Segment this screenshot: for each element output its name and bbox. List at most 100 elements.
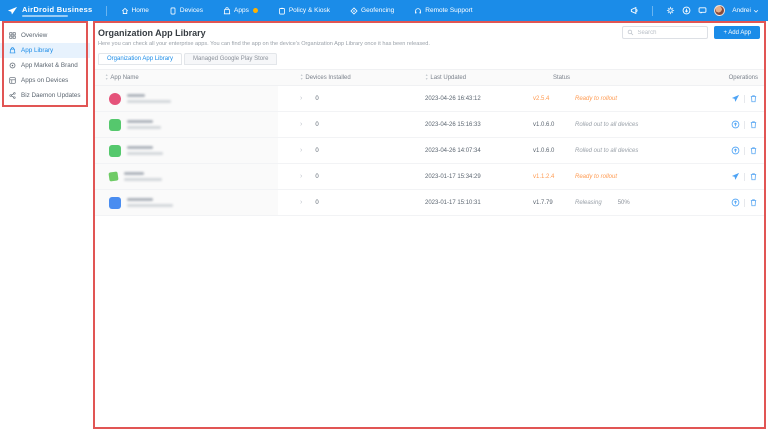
sidebar-item-apps-on-devices[interactable]: Apps on Devices [0, 73, 90, 88]
page-actions: + Add App [622, 26, 760, 39]
divider [744, 121, 745, 129]
nav-label: Policy & Kiosk [289, 7, 330, 14]
delete-trash-icon[interactable] [749, 146, 758, 155]
column-header-operations: Operations [700, 75, 764, 81]
row-expander-icon[interactable]: › [300, 121, 302, 128]
settings-gear-icon[interactable] [666, 6, 675, 15]
table-row[interactable]: › 0 2023-04-26 14:07:34 v1.0.6.0 Rolled … [95, 138, 764, 164]
row-expander-icon[interactable]: › [300, 199, 302, 206]
app-table: ▲▼ App Name ▲▼ Devices Installed ▲▼ Last… [95, 69, 764, 216]
column-label: Status [553, 75, 570, 81]
table-row[interactable]: › 0 2023-01-17 15:10:31 v1.7.79 Releasin… [95, 190, 764, 216]
divider [106, 6, 107, 16]
column-header-app-name[interactable]: ▲▼ App Name [95, 74, 278, 80]
app-name-redacted [124, 172, 162, 182]
brand-logo[interactable]: AirDroid Business [0, 5, 100, 17]
status-cell: v1.7.79 Releasing 50% [524, 190, 700, 215]
app-name-cell [95, 86, 278, 111]
row-expander-icon[interactable]: › [300, 95, 302, 102]
delete-trash-icon[interactable] [749, 120, 758, 129]
app-name-redacted [127, 120, 161, 130]
column-header-last-updated[interactable]: ▲▼ Last Updated [412, 74, 524, 80]
headset-icon [414, 7, 422, 15]
version-label: v1.1.2.4 [533, 174, 575, 180]
main-content: Organization App Library Here you can ch… [90, 21, 768, 432]
library-tabs: Organization App Library Managed Google … [98, 53, 768, 65]
delete-trash-icon[interactable] [749, 198, 758, 207]
sidebar-item-app-library[interactable]: App Library [0, 43, 90, 58]
nav-label: Geofencing [361, 7, 394, 14]
status-label: Ready to rollout [575, 96, 617, 102]
delete-trash-icon[interactable] [749, 172, 758, 181]
nav-label: Home [132, 7, 149, 14]
status-cell: v1.0.6.0 Rolled out to all devices [524, 112, 700, 137]
row-expander-icon[interactable]: › [300, 173, 302, 180]
user-menu[interactable]: Andrei [732, 7, 759, 14]
devices-cell: › 0 [278, 138, 412, 163]
download-icon[interactable] [682, 6, 691, 15]
primary-nav: Home Devices Apps Policy & Kiosk Geofenc… [121, 7, 473, 15]
divider [744, 199, 745, 207]
status-label: Rolled out to all devices [575, 148, 638, 154]
update-rollout-icon[interactable] [731, 120, 740, 129]
release-progress: 50% [618, 200, 630, 206]
user-avatar[interactable] [714, 5, 725, 16]
status-cell: v1.0.6.0 Rolled out to all devices [524, 138, 700, 163]
sidebar-item-label: App Library [21, 47, 53, 54]
sidebar-item-app-market-brand[interactable]: App Market & Brand [0, 58, 90, 73]
row-expander-icon[interactable]: › [300, 147, 302, 154]
tab-managed-google-play-store[interactable]: Managed Google Play Store [184, 53, 277, 65]
last-updated-cell: 2023-04-26 14:07:34 [412, 138, 524, 163]
sort-icon[interactable]: ▲▼ [105, 74, 108, 80]
add-app-button[interactable]: + Add App [714, 26, 760, 39]
nav-label: Apps [234, 7, 249, 14]
announcement-icon[interactable] [630, 6, 639, 15]
sidebar-item-label: Overview [21, 32, 47, 39]
nav-label: Devices [180, 7, 203, 14]
divider [744, 147, 745, 155]
release-send-icon[interactable] [731, 172, 740, 181]
operations-cell [700, 190, 764, 215]
chat-icon[interactable] [698, 6, 707, 15]
column-header-status: Status [524, 75, 700, 81]
sidebar-item-label: App Market & Brand [21, 62, 78, 69]
column-label: App Name [110, 75, 138, 81]
delete-trash-icon[interactable] [749, 94, 758, 103]
version-label: v1.0.6.0 [533, 122, 575, 128]
brand-name: AirDroid Business [22, 5, 93, 14]
update-rollout-icon[interactable] [731, 198, 740, 207]
sort-icon[interactable]: ▲▼ [425, 74, 428, 80]
app-library-bag-icon [9, 47, 16, 54]
release-send-icon[interactable] [731, 94, 740, 103]
sidebar-item-overview[interactable]: Overview [0, 28, 90, 43]
search-box[interactable] [622, 26, 708, 39]
update-rollout-icon[interactable] [731, 146, 740, 155]
nav-item-home[interactable]: Home [121, 7, 149, 15]
status-cell: v1.1.2.4 Ready to rollout [524, 164, 700, 189]
devices-count: 0 [315, 96, 318, 102]
app-bag-icon [223, 7, 231, 15]
last-updated-cell: 2023-04-26 15:16:33 [412, 112, 524, 137]
nav-item-apps[interactable]: Apps [223, 7, 258, 15]
sort-icon[interactable]: ▲▼ [300, 74, 303, 80]
apps-notification-badge [253, 8, 258, 13]
tab-organization-app-library[interactable]: Organization App Library [98, 53, 182, 65]
devices-count: 0 [315, 200, 318, 206]
last-updated-cell: 2023-04-26 16:43:12 [412, 86, 524, 111]
nav-item-devices[interactable]: Devices [169, 7, 203, 15]
version-label: v2.5.4 [533, 96, 575, 102]
brand-subtitle-redacted [22, 15, 68, 17]
nav-item-policy-kiosk[interactable]: Policy & Kiosk [278, 7, 330, 15]
green-square-app-icon [109, 145, 121, 157]
nav-item-geofencing[interactable]: Geofencing [350, 7, 394, 15]
table-row[interactable]: › 0 2023-04-26 15:16:33 v1.0.6.0 Rolled … [95, 112, 764, 138]
devices-count: 0 [315, 148, 318, 154]
column-header-devices-installed[interactable]: ▲▼ Devices Installed [278, 74, 412, 80]
table-row[interactable]: › 0 2023-04-26 16:43:12 v2.5.4 Ready to … [95, 86, 764, 112]
sidebar-item-biz-daemon-updates[interactable]: Biz Daemon Updates [0, 88, 90, 103]
green-square-app-icon [109, 119, 121, 131]
nav-item-remote-support[interactable]: Remote Support [414, 7, 472, 15]
search-input[interactable] [637, 30, 703, 36]
devices-cell: › 0 [278, 86, 412, 111]
table-row[interactable]: › 0 2023-01-17 15:34:29 v1.1.2.4 Ready t… [95, 164, 764, 190]
